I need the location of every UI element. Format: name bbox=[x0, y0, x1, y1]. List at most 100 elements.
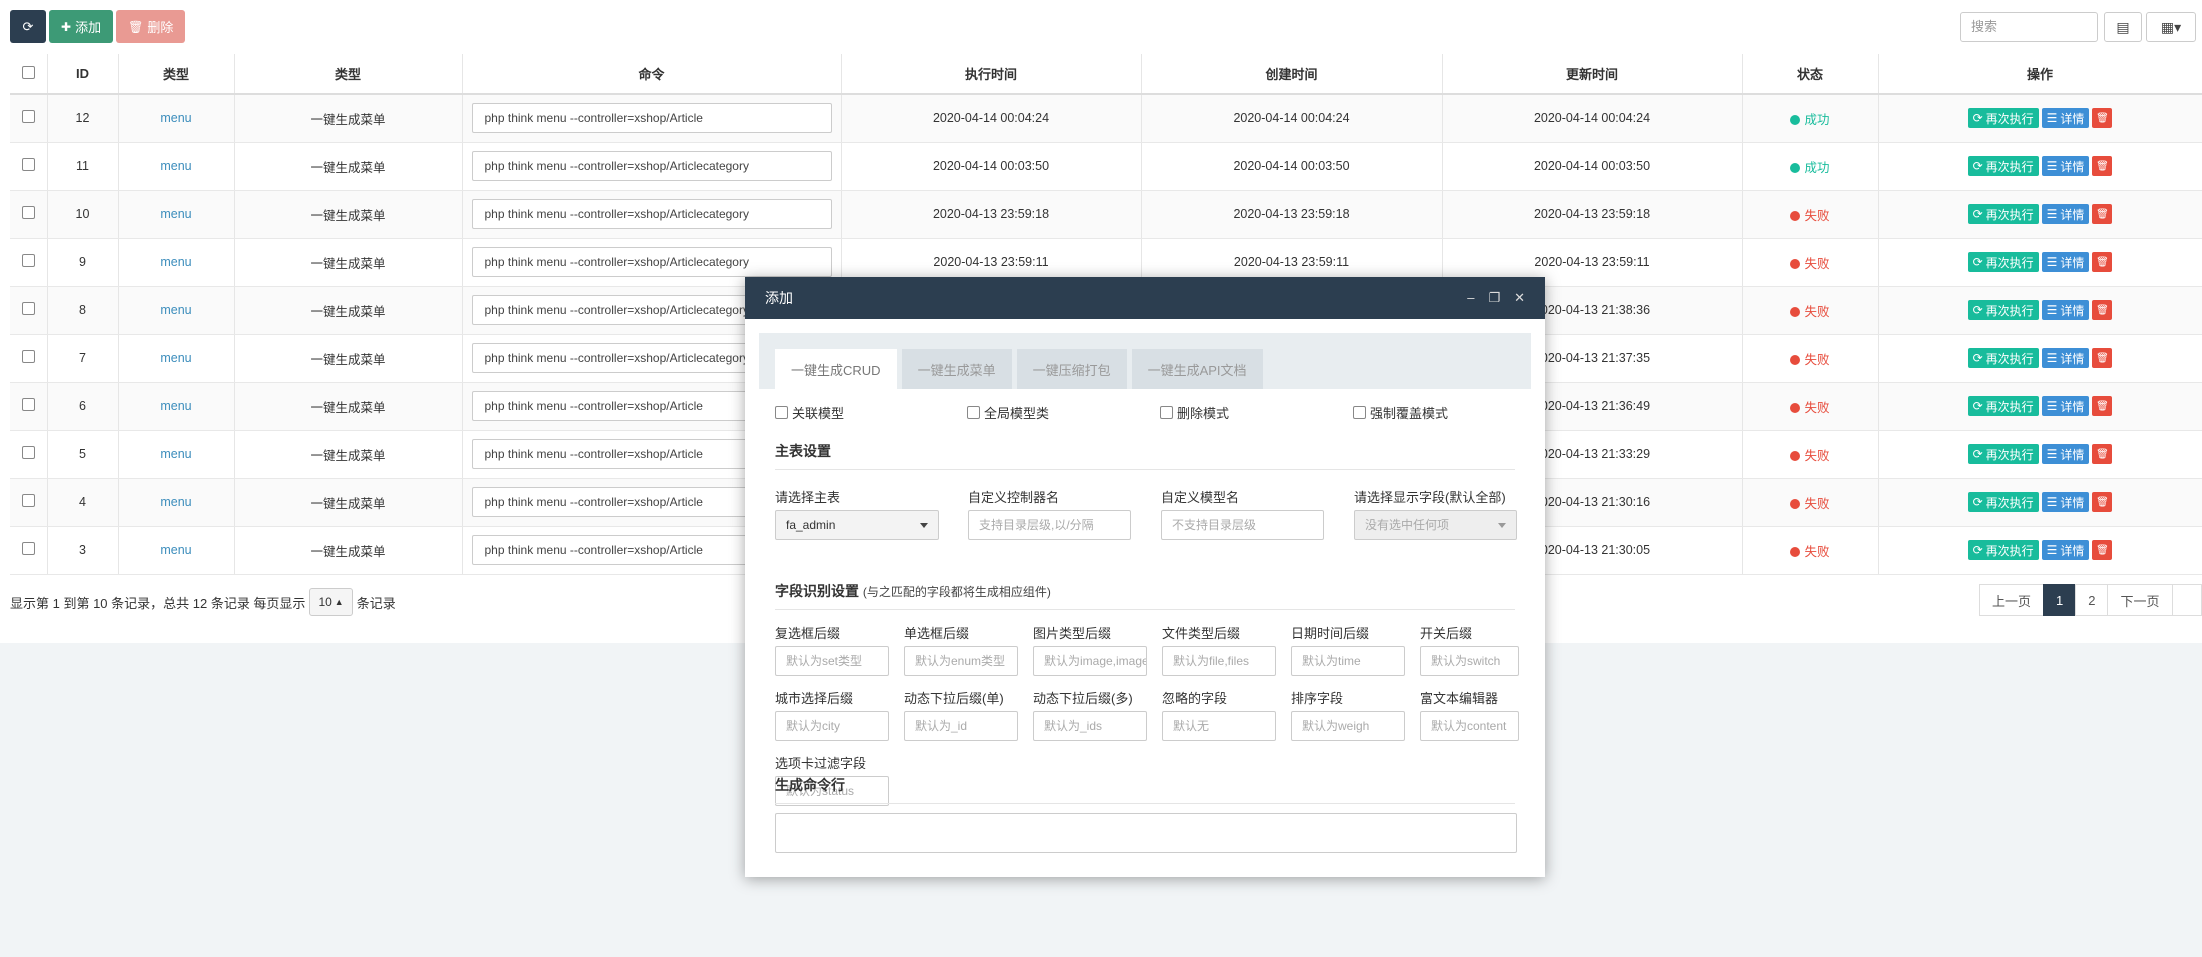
suffix-field-input[interactable]: 默认为content bbox=[1420, 711, 1519, 741]
detail-button[interactable]: ☰ 详情 bbox=[2041, 396, 2090, 416]
controller-name-input[interactable]: 支持目录层级,以/分隔 bbox=[968, 510, 1131, 540]
main-table-select[interactable]: fa_admin bbox=[775, 510, 939, 540]
suffix-field-input[interactable]: 默认为time bbox=[1291, 646, 1405, 676]
columns-toggle-button[interactable]: ▦▾ bbox=[2146, 12, 2196, 42]
tab-package[interactable]: 一键压缩打包 bbox=[1016, 349, 1127, 389]
rerun-button[interactable]: ⟳ 再次执行 bbox=[1967, 540, 2039, 560]
command-output[interactable] bbox=[775, 813, 1517, 853]
rerun-button[interactable]: ⟳ 再次执行 bbox=[1967, 300, 2039, 320]
relation-model-checkbox[interactable] bbox=[775, 406, 788, 419]
command-field[interactable]: php think menu --controller=xshop/Articl… bbox=[471, 247, 832, 277]
column-header-command[interactable]: 命令 bbox=[462, 54, 842, 95]
suffix-field-input[interactable]: 默认为set类型 bbox=[775, 646, 889, 676]
rerun-button[interactable]: ⟳ 再次执行 bbox=[1967, 156, 2039, 176]
detail-button[interactable]: ☰ 详情 bbox=[2041, 492, 2090, 512]
command-field[interactable]: php think menu --controller=xshop/Articl… bbox=[471, 151, 832, 181]
suffix-field-input[interactable]: 默认为_ids bbox=[1033, 711, 1147, 741]
relation-model-option[interactable]: 关联模型 bbox=[775, 403, 844, 422]
detail-button[interactable]: ☰ 详情 bbox=[2041, 252, 2090, 272]
type-link[interactable]: menu bbox=[160, 111, 191, 125]
type-link[interactable]: menu bbox=[160, 495, 191, 509]
row-checkbox[interactable] bbox=[21, 110, 35, 124]
suffix-field-input[interactable]: 默认为weigh bbox=[1291, 711, 1405, 741]
delete-button[interactable]: 🗑 删除 bbox=[116, 10, 186, 43]
detail-button[interactable]: ☰ 详情 bbox=[2041, 156, 2090, 176]
delete-row-button[interactable]: 🗑 bbox=[2092, 396, 2113, 416]
delete-row-button[interactable]: 🗑 bbox=[2092, 348, 2113, 368]
add-button[interactable]: ✚ 添加 bbox=[49, 10, 114, 43]
model-name-input[interactable]: 不支持目录层级 bbox=[1161, 510, 1324, 540]
force-overwrite-option[interactable]: 强制覆盖模式 bbox=[1353, 403, 1448, 422]
maximize-icon[interactable]: ❐ bbox=[1488, 290, 1500, 306]
detail-button[interactable]: ☰ 详情 bbox=[2041, 204, 2090, 224]
delete-row-button[interactable]: 🗑 bbox=[2092, 252, 2113, 272]
select-all-checkbox[interactable] bbox=[21, 65, 35, 79]
command-field[interactable]: php think menu --controller=xshop/Articl… bbox=[471, 103, 832, 134]
row-checkbox[interactable] bbox=[21, 542, 35, 555]
global-model-checkbox[interactable] bbox=[967, 406, 980, 419]
delete-row-button[interactable]: 🗑 bbox=[2092, 108, 2113, 129]
delete-mode-option[interactable]: 删除模式 bbox=[1160, 403, 1229, 422]
rerun-button[interactable]: ⟳ 再次执行 bbox=[1967, 252, 2039, 272]
type-link[interactable]: menu bbox=[160, 159, 191, 173]
type-link[interactable]: menu bbox=[160, 303, 191, 317]
row-checkbox[interactable] bbox=[21, 206, 35, 219]
column-header-id[interactable]: ID bbox=[47, 54, 119, 95]
detail-button[interactable]: ☰ 详情 bbox=[2041, 300, 2090, 320]
last-page-button[interactable] bbox=[2171, 584, 2202, 616]
column-header-updated-time[interactable]: 更新时间 bbox=[1442, 54, 1743, 95]
rerun-button[interactable]: ⟳ 再次执行 bbox=[1967, 108, 2039, 129]
page-size-select[interactable]: 10 ▲ bbox=[309, 588, 353, 616]
row-checkbox[interactable] bbox=[21, 494, 35, 507]
delete-row-button[interactable]: 🗑 bbox=[2092, 444, 2113, 464]
prev-page-button[interactable]: 上一页 bbox=[1979, 584, 2045, 616]
delete-row-button[interactable]: 🗑 bbox=[2092, 156, 2113, 176]
suffix-field-input[interactable]: 默认为file,files bbox=[1162, 646, 1276, 676]
type-link[interactable]: menu bbox=[160, 255, 191, 269]
detail-button[interactable]: ☰ 详情 bbox=[2041, 540, 2090, 560]
delete-row-button[interactable]: 🗑 bbox=[2092, 300, 2113, 320]
display-fields-select[interactable]: 没有选中任何项 bbox=[1354, 510, 1517, 540]
type-link[interactable]: menu bbox=[160, 351, 191, 365]
delete-row-button[interactable]: 🗑 bbox=[2092, 204, 2113, 224]
row-checkbox[interactable] bbox=[21, 254, 35, 267]
rerun-button[interactable]: ⟳ 再次执行 bbox=[1967, 396, 2039, 416]
row-checkbox[interactable] bbox=[21, 446, 35, 459]
force-overwrite-checkbox[interactable] bbox=[1353, 406, 1366, 419]
detail-button[interactable]: ☰ 详情 bbox=[2041, 444, 2090, 464]
page-2-button[interactable]: 2 bbox=[2075, 584, 2109, 616]
command-field[interactable]: php think menu --controller=xshop/Articl… bbox=[471, 199, 832, 229]
next-page-button[interactable]: 下一页 bbox=[2107, 584, 2173, 616]
suffix-field-input[interactable]: 默认为_id bbox=[904, 711, 1018, 741]
type-link[interactable]: menu bbox=[160, 543, 191, 557]
type-link[interactable]: menu bbox=[160, 447, 191, 461]
suffix-field-input[interactable]: 默认无 bbox=[1162, 711, 1276, 741]
detail-button[interactable]: ☰ 详情 bbox=[2041, 348, 2090, 368]
tab-crud[interactable]: 一键生成CRUD bbox=[775, 349, 897, 389]
tab-api-doc[interactable]: 一键生成API文档 bbox=[1131, 349, 1263, 389]
rerun-button[interactable]: ⟳ 再次执行 bbox=[1967, 204, 2039, 224]
refresh-button[interactable]: ⟳ bbox=[10, 10, 46, 43]
column-header-status[interactable]: 状态 bbox=[1742, 54, 1879, 95]
minimize-icon[interactable]: – bbox=[1467, 290, 1474, 306]
detail-button[interactable]: ☰ 详情 bbox=[2041, 108, 2090, 129]
delete-mode-checkbox[interactable] bbox=[1160, 406, 1173, 419]
type-link[interactable]: menu bbox=[160, 207, 191, 221]
column-header-created-time[interactable]: 创建时间 bbox=[1141, 54, 1443, 95]
column-header-type-name[interactable]: 类型 bbox=[234, 54, 463, 95]
close-icon[interactable]: ✕ bbox=[1514, 290, 1525, 306]
rerun-button[interactable]: ⟳ 再次执行 bbox=[1967, 348, 2039, 368]
rerun-button[interactable]: ⟳ 再次执行 bbox=[1967, 492, 2039, 512]
rerun-button[interactable]: ⟳ 再次执行 bbox=[1967, 444, 2039, 464]
type-link[interactable]: menu bbox=[160, 399, 191, 413]
dialog-header[interactable]: 添加 – ❐ ✕ bbox=[745, 277, 1545, 319]
delete-row-button[interactable]: 🗑 bbox=[2092, 540, 2113, 560]
row-checkbox[interactable] bbox=[21, 158, 35, 171]
global-model-option[interactable]: 全局模型类 bbox=[967, 403, 1049, 422]
search-input[interactable]: 搜索 bbox=[1960, 12, 2098, 42]
delete-row-button[interactable]: 🗑 bbox=[2092, 492, 2113, 512]
suffix-field-input[interactable]: 默认为switch bbox=[1420, 646, 1519, 676]
row-checkbox[interactable] bbox=[21, 350, 35, 363]
column-header-exec-time[interactable]: 执行时间 bbox=[841, 54, 1142, 95]
page-1-button[interactable]: 1 bbox=[2043, 584, 2077, 616]
